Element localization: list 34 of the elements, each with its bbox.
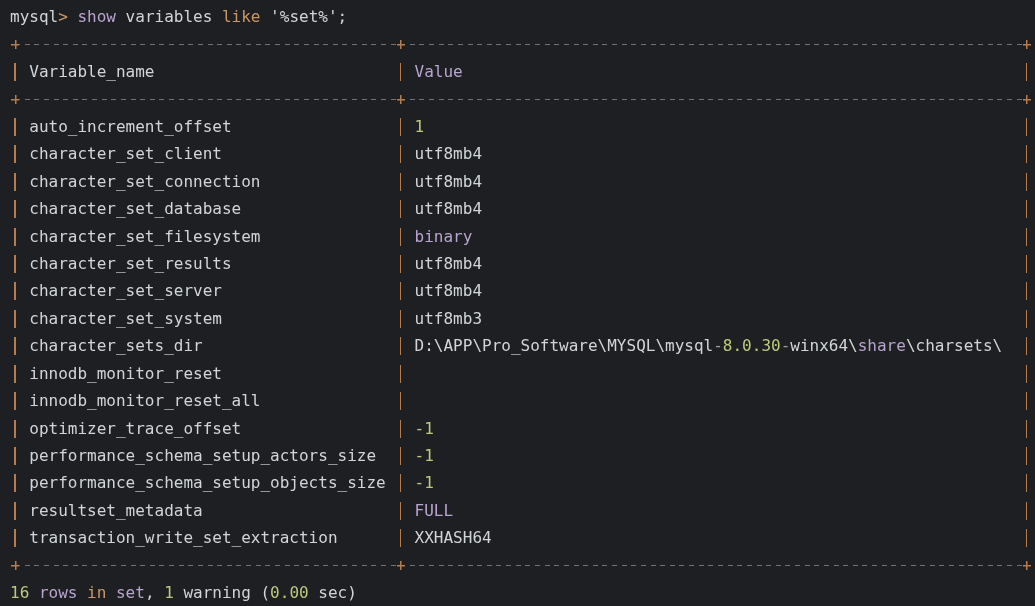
table-cell: 1	[414, 116, 425, 136]
table-cell: character_set_results	[29, 253, 232, 273]
command-line: mysql> show variables like '%set%';	[10, 7, 348, 26]
table-cell: utf8mb4	[414, 199, 482, 219]
table-cell: character_set_database	[29, 199, 242, 219]
table-cell: performance_schema_setup_objects_size	[29, 473, 386, 493]
table-cell: character_set_server	[29, 281, 222, 301]
table-cell: -1	[414, 418, 434, 438]
table-cell: optimizer_trace_offset	[29, 418, 242, 438]
table-cell: binary	[414, 226, 473, 246]
table-cell: utf8mb4	[414, 171, 482, 191]
table-cell: performance_schema_setup_actors_size	[29, 446, 377, 465]
table-cell: innodb_monitor_reset_all	[29, 391, 261, 411]
column-header: Value	[414, 61, 463, 81]
table-cell: character_set_system	[29, 308, 222, 328]
table-cell: transaction_write_set_extraction	[29, 528, 338, 548]
table-cell: innodb_monitor_reset	[29, 363, 222, 383]
table-cell: character_set_client	[29, 144, 222, 164]
table-cell: XXHASH64	[414, 528, 492, 548]
table-cell: -1	[414, 446, 434, 465]
table-cell: character_set_filesystem	[29, 226, 261, 246]
table-cell: utf8mb4	[414, 281, 482, 301]
table-cell: FULL	[414, 500, 454, 520]
table-cell: auto_increment_offset	[29, 116, 232, 136]
table-cell: utf8mb4	[414, 253, 482, 273]
table-cell: resultset_metadata	[29, 500, 203, 520]
table-cell: character_set_connection	[29, 171, 261, 191]
table-cell: utf8mb4	[414, 144, 482, 164]
table-cell: D:\APP\Pro_Software\MYSQL\mysql-8.0.30-winx64\share\charsets\	[414, 336, 1003, 356]
table-cell: utf8mb3	[414, 308, 482, 328]
table-cell: -1	[414, 473, 434, 493]
status-text: 16 rows in set, 1 warning (0.00 sec)	[10, 583, 357, 603]
table-cell: character_sets_dir	[29, 336, 203, 356]
column-header: Variable_name	[29, 61, 155, 81]
